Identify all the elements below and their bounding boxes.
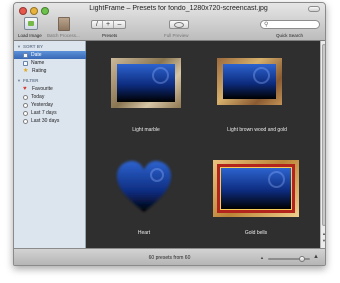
preset-gold-bells-caption: Gold bells [244, 230, 268, 236]
filter-last-7-days-item[interactable]: Last 7 days [14, 109, 86, 117]
zoom-slider[interactable] [268, 256, 310, 262]
status-bar: 60 presets from 60 ▲ ▲ [14, 248, 325, 265]
presets-grid: Light marble Light brown wood and gold H… [86, 41, 320, 248]
search-icon: ⚲ [264, 22, 269, 28]
edit-preset-button[interactable]: / [92, 21, 103, 28]
scroll-down-arrow-icon[interactable]: ▼ [322, 239, 325, 243]
window-title: LightFrame – Presets for fondo_1280x720-… [89, 5, 268, 12]
sort-by-name-label: Name [31, 60, 45, 66]
disclosure-triangle-icon: ▼ [17, 44, 21, 49]
square-icon [23, 52, 28, 58]
preset-light-brown-wood-and-gold-caption: Light brown wood and gold [227, 127, 287, 133]
sort-by-rating-item[interactable]: ★ Rating [14, 67, 86, 75]
load-image-icon[interactable] [24, 17, 38, 30]
sort-by-date-label: Date [31, 52, 42, 58]
load-image-button[interactable]: Load Image [18, 33, 42, 38]
zoom-small-icon: ▲ [260, 255, 264, 260]
filter-header[interactable]: ▼ FILTER [17, 78, 38, 83]
quick-search-input[interactable]: ⚲ [260, 20, 320, 29]
filter-last-30-days-label: Last 30 days [31, 118, 60, 124]
heart-icon: ♥ [23, 85, 27, 92]
toolbar-toggle-button[interactable] [308, 6, 320, 12]
full-preview-label: Full Preview [164, 33, 189, 38]
filter-title: FILTER [22, 78, 39, 83]
square-icon [23, 60, 28, 66]
minimize-window-button[interactable] [30, 7, 38, 15]
disclosure-triangle-icon: ▼ [17, 78, 21, 83]
batch-process-button[interactable]: Batch Process... [47, 33, 80, 38]
batch-process-icon[interactable] [58, 17, 70, 31]
preset-gold-bells-thumbnail[interactable] [213, 160, 299, 217]
scroll-up-arrow-icon[interactable]: ▲ [322, 232, 325, 236]
circle-icon [23, 118, 28, 124]
zoom-large-icon: ▲ [313, 254, 319, 260]
preset-light-brown-wood-and-gold-thumbnail[interactable] [217, 58, 282, 105]
sort-by-header[interactable]: ▼ SORT BY [17, 44, 43, 49]
vertical-scrollbar[interactable]: ▲ ▼ [320, 41, 325, 248]
circle-icon [23, 94, 28, 100]
sort-by-date-item[interactable]: Date [14, 51, 86, 59]
sort-by-rating-label: Rating [32, 68, 47, 74]
filter-today-item[interactable]: Today [14, 93, 86, 101]
scrollbar-thumb[interactable] [322, 44, 325, 226]
presets-segmented-control: / + – [91, 20, 126, 29]
filter-favourite-label: Favourite [32, 86, 53, 92]
filter-last-7-days-label: Last 7 days [31, 110, 57, 116]
preset-light-marble-caption: Light marble [132, 127, 160, 133]
add-preset-button[interactable]: + [103, 21, 114, 28]
sidebar: ▼ SORT BY Date Name ★ Rating ▼ FILTER ♥ Favo… [14, 41, 86, 248]
filter-yesterday-item[interactable]: Yesterday [14, 101, 86, 109]
full-preview-button[interactable] [169, 20, 189, 29]
preview-image [117, 64, 175, 102]
close-window-button[interactable] [19, 7, 27, 15]
zoom-slider-knob[interactable] [299, 256, 305, 262]
circle-icon [23, 102, 28, 108]
quick-search-label: Quick Search [276, 33, 304, 38]
sort-by-title: SORT BY [22, 44, 43, 49]
preview-image [221, 168, 291, 209]
lightframe-window: LightFrame – Presets for fondo_1280x720-… [13, 2, 326, 266]
filter-favourite-item[interactable]: ♥ Favourite [14, 85, 86, 93]
remove-preset-button[interactable]: – [114, 21, 125, 28]
preview-image [223, 64, 276, 99]
zoom-window-button[interactable] [41, 7, 49, 15]
heart-preview-shape [117, 161, 171, 212]
toolbar: LightFrame – Presets for fondo_1280x720-… [14, 3, 325, 41]
filter-today-label: Today [31, 94, 45, 100]
circle-icon [23, 110, 28, 116]
filter-yesterday-label: Yesterday [31, 102, 54, 108]
presets-label: Presets [102, 33, 118, 38]
star-icon: ★ [23, 67, 29, 74]
preset-light-marble-thumbnail[interactable] [111, 58, 181, 108]
preset-heart-caption: Heart [137, 230, 151, 236]
sort-by-name-item[interactable]: Name [14, 59, 86, 67]
filter-last-30-days-item[interactable]: Last 30 days [14, 117, 86, 125]
preset-heart-thumbnail[interactable] [114, 159, 174, 215]
